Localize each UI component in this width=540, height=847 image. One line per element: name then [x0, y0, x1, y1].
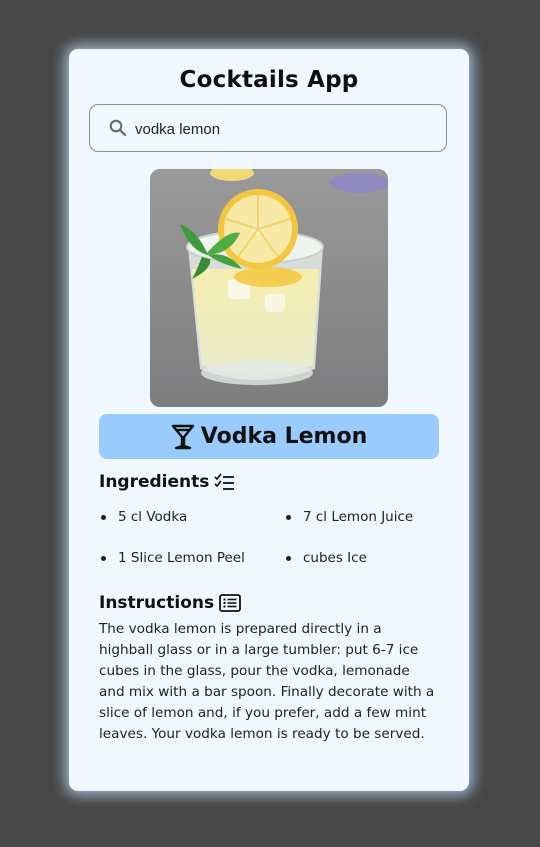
ingredient-label: 7 cl Lemon Juice [303, 509, 414, 525]
app-title: Cocktails App [179, 67, 359, 93]
ingredients-heading: Ingredients [99, 472, 235, 492]
ingredient-item: cubes Ice [286, 550, 367, 566]
bullet-icon [286, 555, 291, 561]
checklist-icon [214, 473, 235, 490]
drink-name-banner: Vodka Lemon [99, 414, 439, 459]
bullet-icon [101, 555, 106, 561]
ingredient-item: 5 cl Vodka [101, 509, 187, 525]
ingredient-item: 7 cl Lemon Juice [286, 509, 413, 525]
drink-name: Vodka Lemon [200, 424, 368, 449]
ingredient-label: cubes Ice [303, 550, 367, 566]
ingredient-label: 1 Slice Lemon Peel [118, 550, 245, 566]
instructions-title: Instructions [99, 593, 215, 613]
search-box[interactable] [89, 104, 447, 152]
search-icon [109, 119, 127, 137]
ingredient-item: 1 Slice Lemon Peel [101, 550, 245, 566]
search-input[interactable] [135, 117, 425, 141]
bullet-icon [101, 514, 106, 520]
cocktail-glass-icon [171, 424, 194, 449]
cocktail-card: Cocktails App vodka lemon Vodka Lemon In… [69, 49, 469, 791]
instructions-text: The vodka lemon is prepared directly in … [99, 621, 435, 742]
instructions-heading: Instructions [99, 593, 241, 613]
list-icon [219, 594, 241, 612]
ingredients-title: Ingredients [99, 472, 210, 492]
drink-image [150, 169, 388, 407]
ingredient-label: 5 cl Vodka [118, 509, 188, 525]
bullet-icon [286, 514, 291, 520]
